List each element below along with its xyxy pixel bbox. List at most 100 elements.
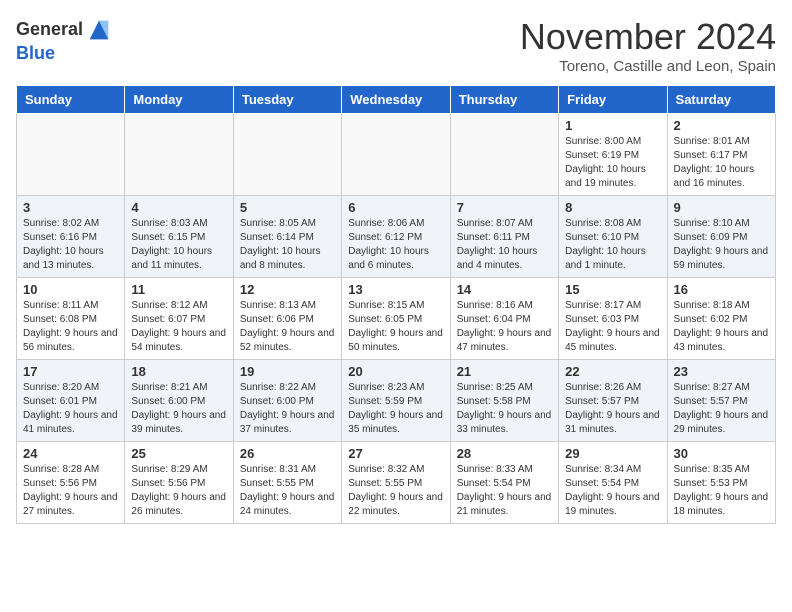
calendar-cell: 11Sunrise: 8:12 AM Sunset: 6:07 PM Dayli…: [125, 278, 233, 360]
location: Toreno, Castille and Leon, Spain: [520, 58, 776, 75]
day-info: Sunrise: 8:35 AM Sunset: 5:53 PM Dayligh…: [674, 463, 769, 519]
title-block: November 2024 Toreno, Castille and Leon,…: [520, 16, 776, 75]
calendar-cell: 14 Sunrise: 8:16 AM Sunset: 6:04 PM Dayli…: [450, 278, 558, 360]
day-number: 27: [348, 446, 443, 461]
day-number: 2: [674, 118, 769, 133]
day-info: Sunrise: 8:01 AM Sunset: 6:17 PM Dayligh…: [674, 135, 769, 191]
calendar-cell: 10 Sunrise: 8:11 AM Sunset: 6:08 PM Dayli…: [17, 278, 125, 360]
day-number: 4: [131, 200, 226, 215]
calendar-cell: 17 Sunrise: 8:20 AM Sunset: 6:01 PM Dayli…: [17, 360, 125, 442]
day-number: 9: [674, 200, 769, 215]
day-number: 13: [348, 282, 443, 297]
calendar-cell: [233, 114, 341, 196]
calendar-cell: 29 Sunrise: 8:34 AM Sunset: 5:54 PM Dayli…: [559, 442, 667, 524]
calendar-week-1: 1Sunrise: 8:00 AM Sunset: 6:19 PM Daylig…: [17, 114, 776, 196]
calendar-cell: 9 Sunrise: 8:10 AM Sunset: 6:09 PM Daylig…: [667, 196, 775, 278]
day-info: Sunrise: 8:08 AM Sunset: 6:10 PM Dayligh…: [565, 217, 660, 273]
calendar-cell: 20Sunrise: 8:23 AM Sunset: 5:59 PM Dayli…: [342, 360, 450, 442]
day-info: Sunrise: 8:22 AM Sunset: 6:00 PM Dayligh…: [240, 381, 335, 437]
logo: General Blue: [16, 16, 113, 64]
day-info: Sunrise: 8:05 AM Sunset: 6:14 PM Dayligh…: [240, 217, 335, 273]
day-info: Sunrise: 8:21 AM Sunset: 6:00 PM Dayligh…: [131, 381, 226, 437]
day-info: Sunrise: 8:25 AM Sunset: 5:58 PM Dayligh…: [457, 381, 552, 437]
calendar-header-row: SundayMondayTuesdayWednesdayThursdayFrid…: [17, 86, 776, 114]
day-number: 16: [674, 282, 769, 297]
calendar-week-3: 10 Sunrise: 8:11 AM Sunset: 6:08 PM Dayli…: [17, 278, 776, 360]
calendar-cell: [342, 114, 450, 196]
day-number: 30: [674, 446, 769, 461]
calendar-cell: 22 Sunrise: 8:26 AM Sunset: 5:57 PM Dayli…: [559, 360, 667, 442]
day-number: 11: [131, 282, 226, 297]
calendar-week-2: 3 Sunrise: 8:02 AM Sunset: 6:16 PM Daylig…: [17, 196, 776, 278]
calendar-cell: 1Sunrise: 8:00 AM Sunset: 6:19 PM Daylig…: [559, 114, 667, 196]
calendar-cell: 7 Sunrise: 8:07 AM Sunset: 6:11 PM Daylig…: [450, 196, 558, 278]
day-number: 8: [565, 200, 660, 215]
day-number: 19: [240, 364, 335, 379]
day-info: Sunrise: 8:07 AM Sunset: 6:11 PM Dayligh…: [457, 217, 552, 273]
day-info: Sunrise: 8:17 AM Sunset: 6:03 PM Dayligh…: [565, 299, 660, 355]
day-number: 29: [565, 446, 660, 461]
logo-general: General: [16, 19, 83, 39]
day-info: Sunrise: 8:11 AM Sunset: 6:08 PM Dayligh…: [23, 299, 118, 355]
col-header-tuesday: Tuesday: [233, 86, 341, 114]
day-number: 24: [23, 446, 118, 461]
calendar-cell: 27 Sunrise: 8:32 AM Sunset: 5:55 PM Dayli…: [342, 442, 450, 524]
day-info: Sunrise: 8:23 AM Sunset: 5:59 PM Dayligh…: [348, 381, 443, 437]
calendar-cell: 26Sunrise: 8:31 AM Sunset: 5:55 PM Dayli…: [233, 442, 341, 524]
col-header-thursday: Thursday: [450, 86, 558, 114]
day-info: Sunrise: 8:20 AM Sunset: 6:01 PM Dayligh…: [23, 381, 118, 437]
day-info: Sunrise: 8:28 AM Sunset: 5:56 PM Dayligh…: [23, 463, 118, 519]
logo-blue: Blue: [16, 43, 55, 63]
day-info: Sunrise: 8:02 AM Sunset: 6:16 PM Dayligh…: [23, 217, 118, 273]
calendar-cell: 24 Sunrise: 8:28 AM Sunset: 5:56 PM Dayli…: [17, 442, 125, 524]
day-info: Sunrise: 8:16 AM Sunset: 6:04 PM Dayligh…: [457, 299, 552, 355]
calendar-cell: 28Sunrise: 8:33 AM Sunset: 5:54 PM Dayli…: [450, 442, 558, 524]
day-info: Sunrise: 8:34 AM Sunset: 5:54 PM Dayligh…: [565, 463, 660, 519]
logo-icon: [85, 16, 113, 44]
col-header-monday: Monday: [125, 86, 233, 114]
calendar-cell: 23 Sunrise: 8:27 AM Sunset: 5:57 PM Dayli…: [667, 360, 775, 442]
day-number: 25: [131, 446, 226, 461]
day-number: 5: [240, 200, 335, 215]
day-number: 21: [457, 364, 552, 379]
day-number: 12: [240, 282, 335, 297]
calendar-cell: 18 Sunrise: 8:21 AM Sunset: 6:00 PM Dayli…: [125, 360, 233, 442]
calendar-cell: 12Sunrise: 8:13 AM Sunset: 6:06 PM Dayli…: [233, 278, 341, 360]
day-number: 7: [457, 200, 552, 215]
col-header-friday: Friday: [559, 86, 667, 114]
day-info: Sunrise: 8:10 AM Sunset: 6:09 PM Dayligh…: [674, 217, 769, 273]
calendar-cell: 2 Sunrise: 8:01 AM Sunset: 6:17 PM Daylig…: [667, 114, 775, 196]
month-title: November 2024: [520, 16, 776, 58]
day-info: Sunrise: 8:26 AM Sunset: 5:57 PM Dayligh…: [565, 381, 660, 437]
calendar-cell: 13 Sunrise: 8:15 AM Sunset: 6:05 PM Dayli…: [342, 278, 450, 360]
calendar-cell: [125, 114, 233, 196]
day-info: Sunrise: 8:00 AM Sunset: 6:19 PM Dayligh…: [565, 135, 660, 191]
page-header: General Blue November 2024 Toreno, Casti…: [16, 16, 776, 75]
calendar-cell: 21 Sunrise: 8:25 AM Sunset: 5:58 PM Dayli…: [450, 360, 558, 442]
col-header-wednesday: Wednesday: [342, 86, 450, 114]
calendar-cell: 16 Sunrise: 8:18 AM Sunset: 6:02 PM Dayli…: [667, 278, 775, 360]
calendar-cell: [450, 114, 558, 196]
day-info: Sunrise: 8:06 AM Sunset: 6:12 PM Dayligh…: [348, 217, 443, 273]
calendar-cell: 4 Sunrise: 8:03 AM Sunset: 6:15 PM Daylig…: [125, 196, 233, 278]
calendar-cell: 15 Sunrise: 8:17 AM Sunset: 6:03 PM Dayli…: [559, 278, 667, 360]
calendar-cell: 19 Sunrise: 8:22 AM Sunset: 6:00 PM Dayli…: [233, 360, 341, 442]
day-number: 14: [457, 282, 552, 297]
day-info: Sunrise: 8:03 AM Sunset: 6:15 PM Dayligh…: [131, 217, 226, 273]
calendar-cell: 30 Sunrise: 8:35 AM Sunset: 5:53 PM Dayli…: [667, 442, 775, 524]
day-info: Sunrise: 8:32 AM Sunset: 5:55 PM Dayligh…: [348, 463, 443, 519]
day-info: Sunrise: 8:29 AM Sunset: 5:56 PM Dayligh…: [131, 463, 226, 519]
day-number: 3: [23, 200, 118, 215]
day-number: 18: [131, 364, 226, 379]
col-header-sunday: Sunday: [17, 86, 125, 114]
day-number: 17: [23, 364, 118, 379]
day-number: 23: [674, 364, 769, 379]
day-number: 15: [565, 282, 660, 297]
day-info: Sunrise: 8:27 AM Sunset: 5:57 PM Dayligh…: [674, 381, 769, 437]
day-info: Sunrise: 8:15 AM Sunset: 6:05 PM Dayligh…: [348, 299, 443, 355]
day-info: Sunrise: 8:18 AM Sunset: 6:02 PM Dayligh…: [674, 299, 769, 355]
calendar-week-4: 17 Sunrise: 8:20 AM Sunset: 6:01 PM Dayli…: [17, 360, 776, 442]
calendar-cell: 6Sunrise: 8:06 AM Sunset: 6:12 PM Daylig…: [342, 196, 450, 278]
day-number: 10: [23, 282, 118, 297]
day-number: 22: [565, 364, 660, 379]
